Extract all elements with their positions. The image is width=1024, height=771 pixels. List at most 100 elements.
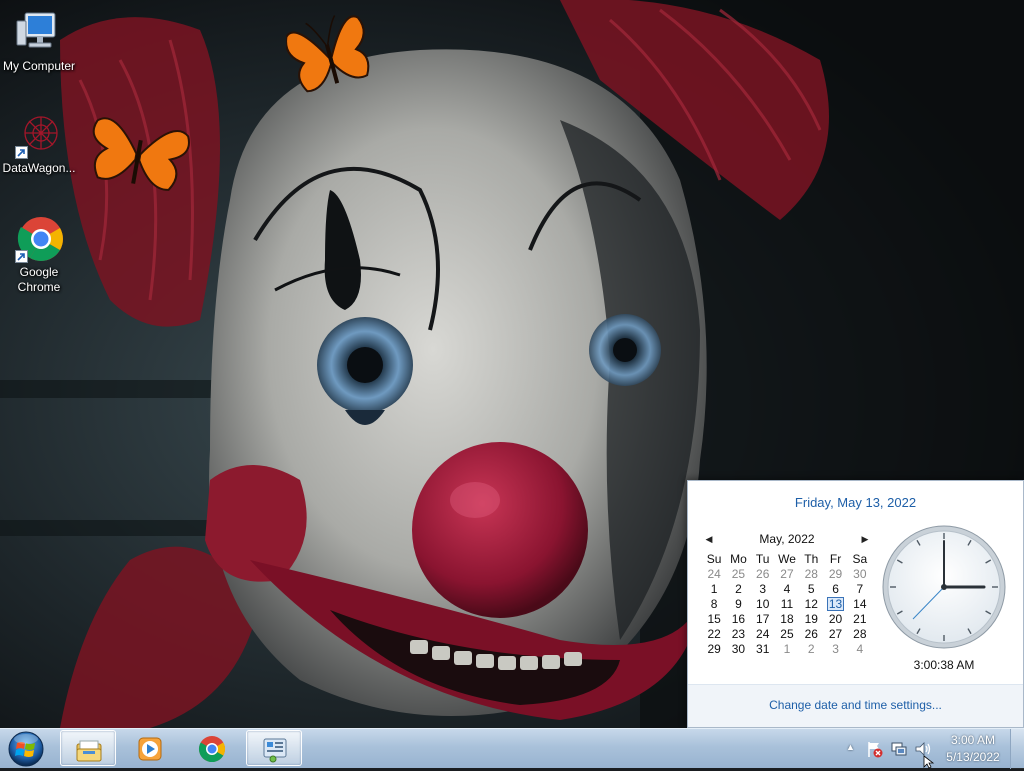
calendar-day[interactable]: 27 <box>823 626 847 641</box>
calendar-day[interactable]: 14 <box>848 596 872 611</box>
calendar-day[interactable]: 12 <box>799 596 823 611</box>
calendar-day-number: 19 <box>804 611 818 626</box>
calendar-day[interactable]: 25 <box>726 566 750 581</box>
calendar-day[interactable]: 24 <box>751 626 775 641</box>
action-center-flag-icon[interactable] <box>866 740 884 758</box>
calendar-day-number: 20 <box>828 611 843 626</box>
previous-month-button[interactable]: ◀ <box>702 529 716 549</box>
calendar-day[interactable]: 2 <box>726 581 750 596</box>
desktop-icon-my-computer[interactable]: My Computer <box>1 9 77 74</box>
calendar-day-number: 24 <box>707 566 721 581</box>
calendar-day-number: 2 <box>807 641 815 656</box>
calendar-day-number: 8 <box>710 596 718 611</box>
calendar-day[interactable]: 30 <box>726 641 750 656</box>
calendar-day[interactable]: 11 <box>775 596 799 611</box>
calendar-day-number: 26 <box>804 626 818 641</box>
calendar-day-number: 9 <box>735 596 742 611</box>
calendar-day[interactable]: 4 <box>848 641 872 656</box>
calendar-day-number: 29 <box>828 566 843 581</box>
calendar-day[interactable]: 27 <box>775 566 799 581</box>
calendar-day[interactable]: 23 <box>726 626 750 641</box>
calendar-day-number: 4 <box>783 581 791 596</box>
taskbar-media-player-button[interactable] <box>122 730 178 766</box>
desktop-icon-label: Google Chrome <box>17 265 61 294</box>
taskbar-time: 3:00 AM <box>950 733 996 747</box>
weekday-header: Sa <box>852 551 868 566</box>
show-hidden-icons-button[interactable]: ▲ <box>846 742 855 752</box>
mouse-pointer-icon <box>923 755 935 769</box>
calendar-day[interactable]: 3 <box>823 641 847 656</box>
date-time-flyout: Friday, May 13, 2022 ◀ May, 2022 ▶ Su Mo T… <box>687 480 1024 728</box>
taskbar-clock[interactable]: 3:00 AM 5/13/2022 <box>938 732 1008 766</box>
calendar-day[interactable]: 28 <box>799 566 823 581</box>
calendar-day[interactable]: 24 <box>702 566 726 581</box>
butterfly-icon <box>286 15 370 93</box>
calendar-day-number: 7 <box>856 581 864 596</box>
calendar-day[interactable]: 21 <box>848 611 872 626</box>
start-button[interactable] <box>3 730 49 768</box>
desktop-icon-label: DataWagon... <box>2 161 76 175</box>
weekday-header: Fr <box>829 551 842 566</box>
calendar-day[interactable]: 1 <box>775 641 799 656</box>
next-month-button[interactable]: ▶ <box>858 529 872 549</box>
long-date-link[interactable]: Friday, May 13, 2022 <box>688 495 1023 510</box>
calendar-day[interactable]: 30 <box>848 566 872 581</box>
calendar-day[interactable]: 2 <box>799 641 823 656</box>
calendar-day[interactable]: 7 <box>848 581 872 596</box>
calendar-day[interactable]: 26 <box>799 626 823 641</box>
shortcut-arrow-icon <box>15 146 28 159</box>
weekday-header: Su <box>706 551 722 566</box>
calendar-day-number: 1 <box>783 641 791 656</box>
calendar-day[interactable]: 5 <box>799 581 823 596</box>
calendar-day[interactable]: 1 <box>702 581 726 596</box>
calendar-day[interactable]: 4 <box>775 581 799 596</box>
calendar-day[interactable]: 31 <box>751 641 775 656</box>
calendar-day[interactable]: 6 <box>823 581 847 596</box>
calendar-day[interactable]: 20 <box>823 611 847 626</box>
calendar-day[interactable]: 8 <box>702 596 726 611</box>
calendar-header: ◀ May, 2022 ▶ <box>702 529 872 551</box>
calendar-day[interactable]: 29 <box>823 566 847 581</box>
calendar-day[interactable]: 26 <box>751 566 775 581</box>
calendar-day-number: 18 <box>780 611 794 626</box>
calendar-day[interactable]: 29 <box>702 641 726 656</box>
calendar-day[interactable]: 16 <box>726 611 750 626</box>
calendar-day[interactable]: 3 <box>751 581 775 596</box>
change-date-time-settings-link[interactable]: Change date and time settings... <box>688 698 1023 712</box>
calendar-day[interactable]: 25 <box>775 626 799 641</box>
calendar-day-number: 25 <box>780 626 794 641</box>
weekday-header: We <box>778 551 796 566</box>
show-desktop-button[interactable] <box>1010 729 1024 769</box>
taskbar-chrome-button[interactable] <box>184 730 240 766</box>
desktop-icon-google-chrome[interactable]: Google Chrome <box>1 215 77 295</box>
calendar-day[interactable]: 17 <box>751 611 775 626</box>
calendar-day-number: 31 <box>756 641 770 656</box>
calendar-day[interactable]: 9 <box>726 596 750 611</box>
calendar-day-number: 27 <box>828 626 843 641</box>
calendar-day[interactable]: 28 <box>848 626 872 641</box>
calendar-day[interactable]: 13 <box>823 596 847 611</box>
computer-icon <box>15 9 63 57</box>
butterfly-icon <box>92 117 190 191</box>
calendar-day-number: 30 <box>731 641 746 656</box>
weekday-header: Mo <box>730 551 747 566</box>
weekday-header: Tu <box>755 551 770 566</box>
calendar-day-number: 1 <box>710 581 718 596</box>
windows-logo-icon <box>8 731 44 767</box>
calendar-day[interactable]: 19 <box>799 611 823 626</box>
calendar-day-number: 10 <box>756 596 770 611</box>
calendar-day[interactable]: 22 <box>702 626 726 641</box>
calendar-day-number: 5 <box>807 581 815 596</box>
calendar-day[interactable]: 15 <box>702 611 726 626</box>
calendar-day[interactable]: 10 <box>751 596 775 611</box>
desktop-icon-datawagon[interactable]: DataWagon... <box>1 111 77 176</box>
datawagon-icon <box>15 111 63 159</box>
calendar-day[interactable]: 18 <box>775 611 799 626</box>
network-icon[interactable] <box>890 740 908 758</box>
taskbar-control-panel-button[interactable] <box>246 730 302 766</box>
calendar-day-number: 12 <box>804 596 818 611</box>
taskbar-explorer-button[interactable] <box>60 730 116 766</box>
month-title[interactable]: May, 2022 <box>759 532 814 546</box>
weekday-header: Th <box>804 551 819 566</box>
calendar-day-number: 14 <box>853 596 867 611</box>
